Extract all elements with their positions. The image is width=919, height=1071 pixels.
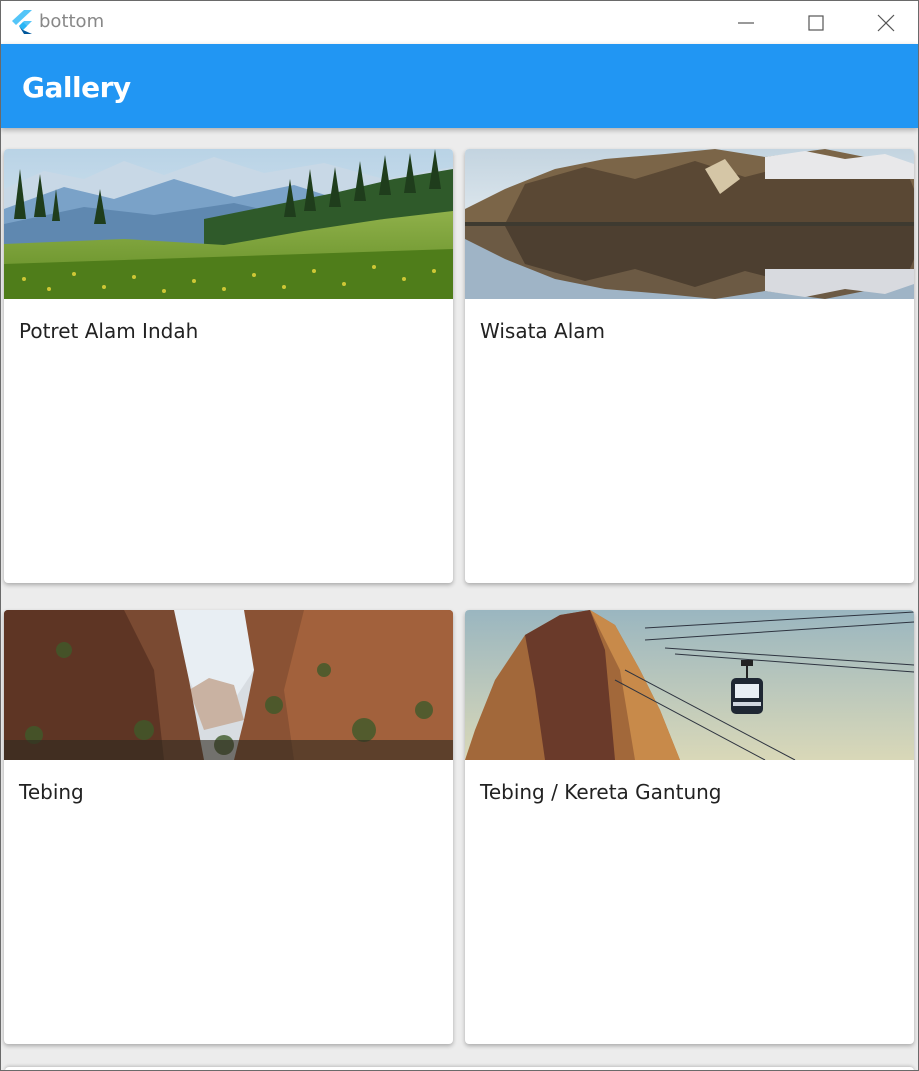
cable-car-cliff-photo: [465, 610, 914, 760]
gallery-card[interactable]: Wisata Alam: [465, 149, 914, 583]
lake-reflection-photo: [465, 149, 914, 299]
gallery-card[interactable]: Tebing: [4, 610, 453, 1044]
minimize-button[interactable]: [711, 1, 781, 44]
window-title: bottom: [39, 11, 105, 32]
flutter-logo-icon: [12, 10, 32, 34]
canyon-cliffs-photo: [4, 610, 453, 760]
close-button[interactable]: [851, 1, 918, 44]
app-window: bottom Gallery Potret Alam Indah Wisata …: [0, 0, 919, 1071]
gallery-card[interactable]: Tebing / Kereta Gantung: [465, 610, 914, 1044]
card-title: Tebing / Kereta Gantung: [480, 780, 722, 804]
title-bar[interactable]: bottom: [1, 1, 918, 44]
app-bar: Gallery: [1, 44, 918, 128]
close-icon: [877, 14, 895, 31]
card-title: Tebing: [19, 780, 84, 804]
maximize-button[interactable]: [781, 1, 851, 44]
card-title: Potret Alam Indah: [19, 319, 199, 343]
gallery-card[interactable]: Potret Alam Indah: [4, 149, 453, 583]
mountain-meadow-photo: [4, 149, 453, 299]
maximize-icon: [808, 14, 824, 31]
card-title: Wisata Alam: [480, 319, 605, 343]
next-row-card-edge: [5, 1067, 914, 1070]
page-title: Gallery: [22, 71, 131, 104]
minimize-icon: [738, 21, 754, 24]
